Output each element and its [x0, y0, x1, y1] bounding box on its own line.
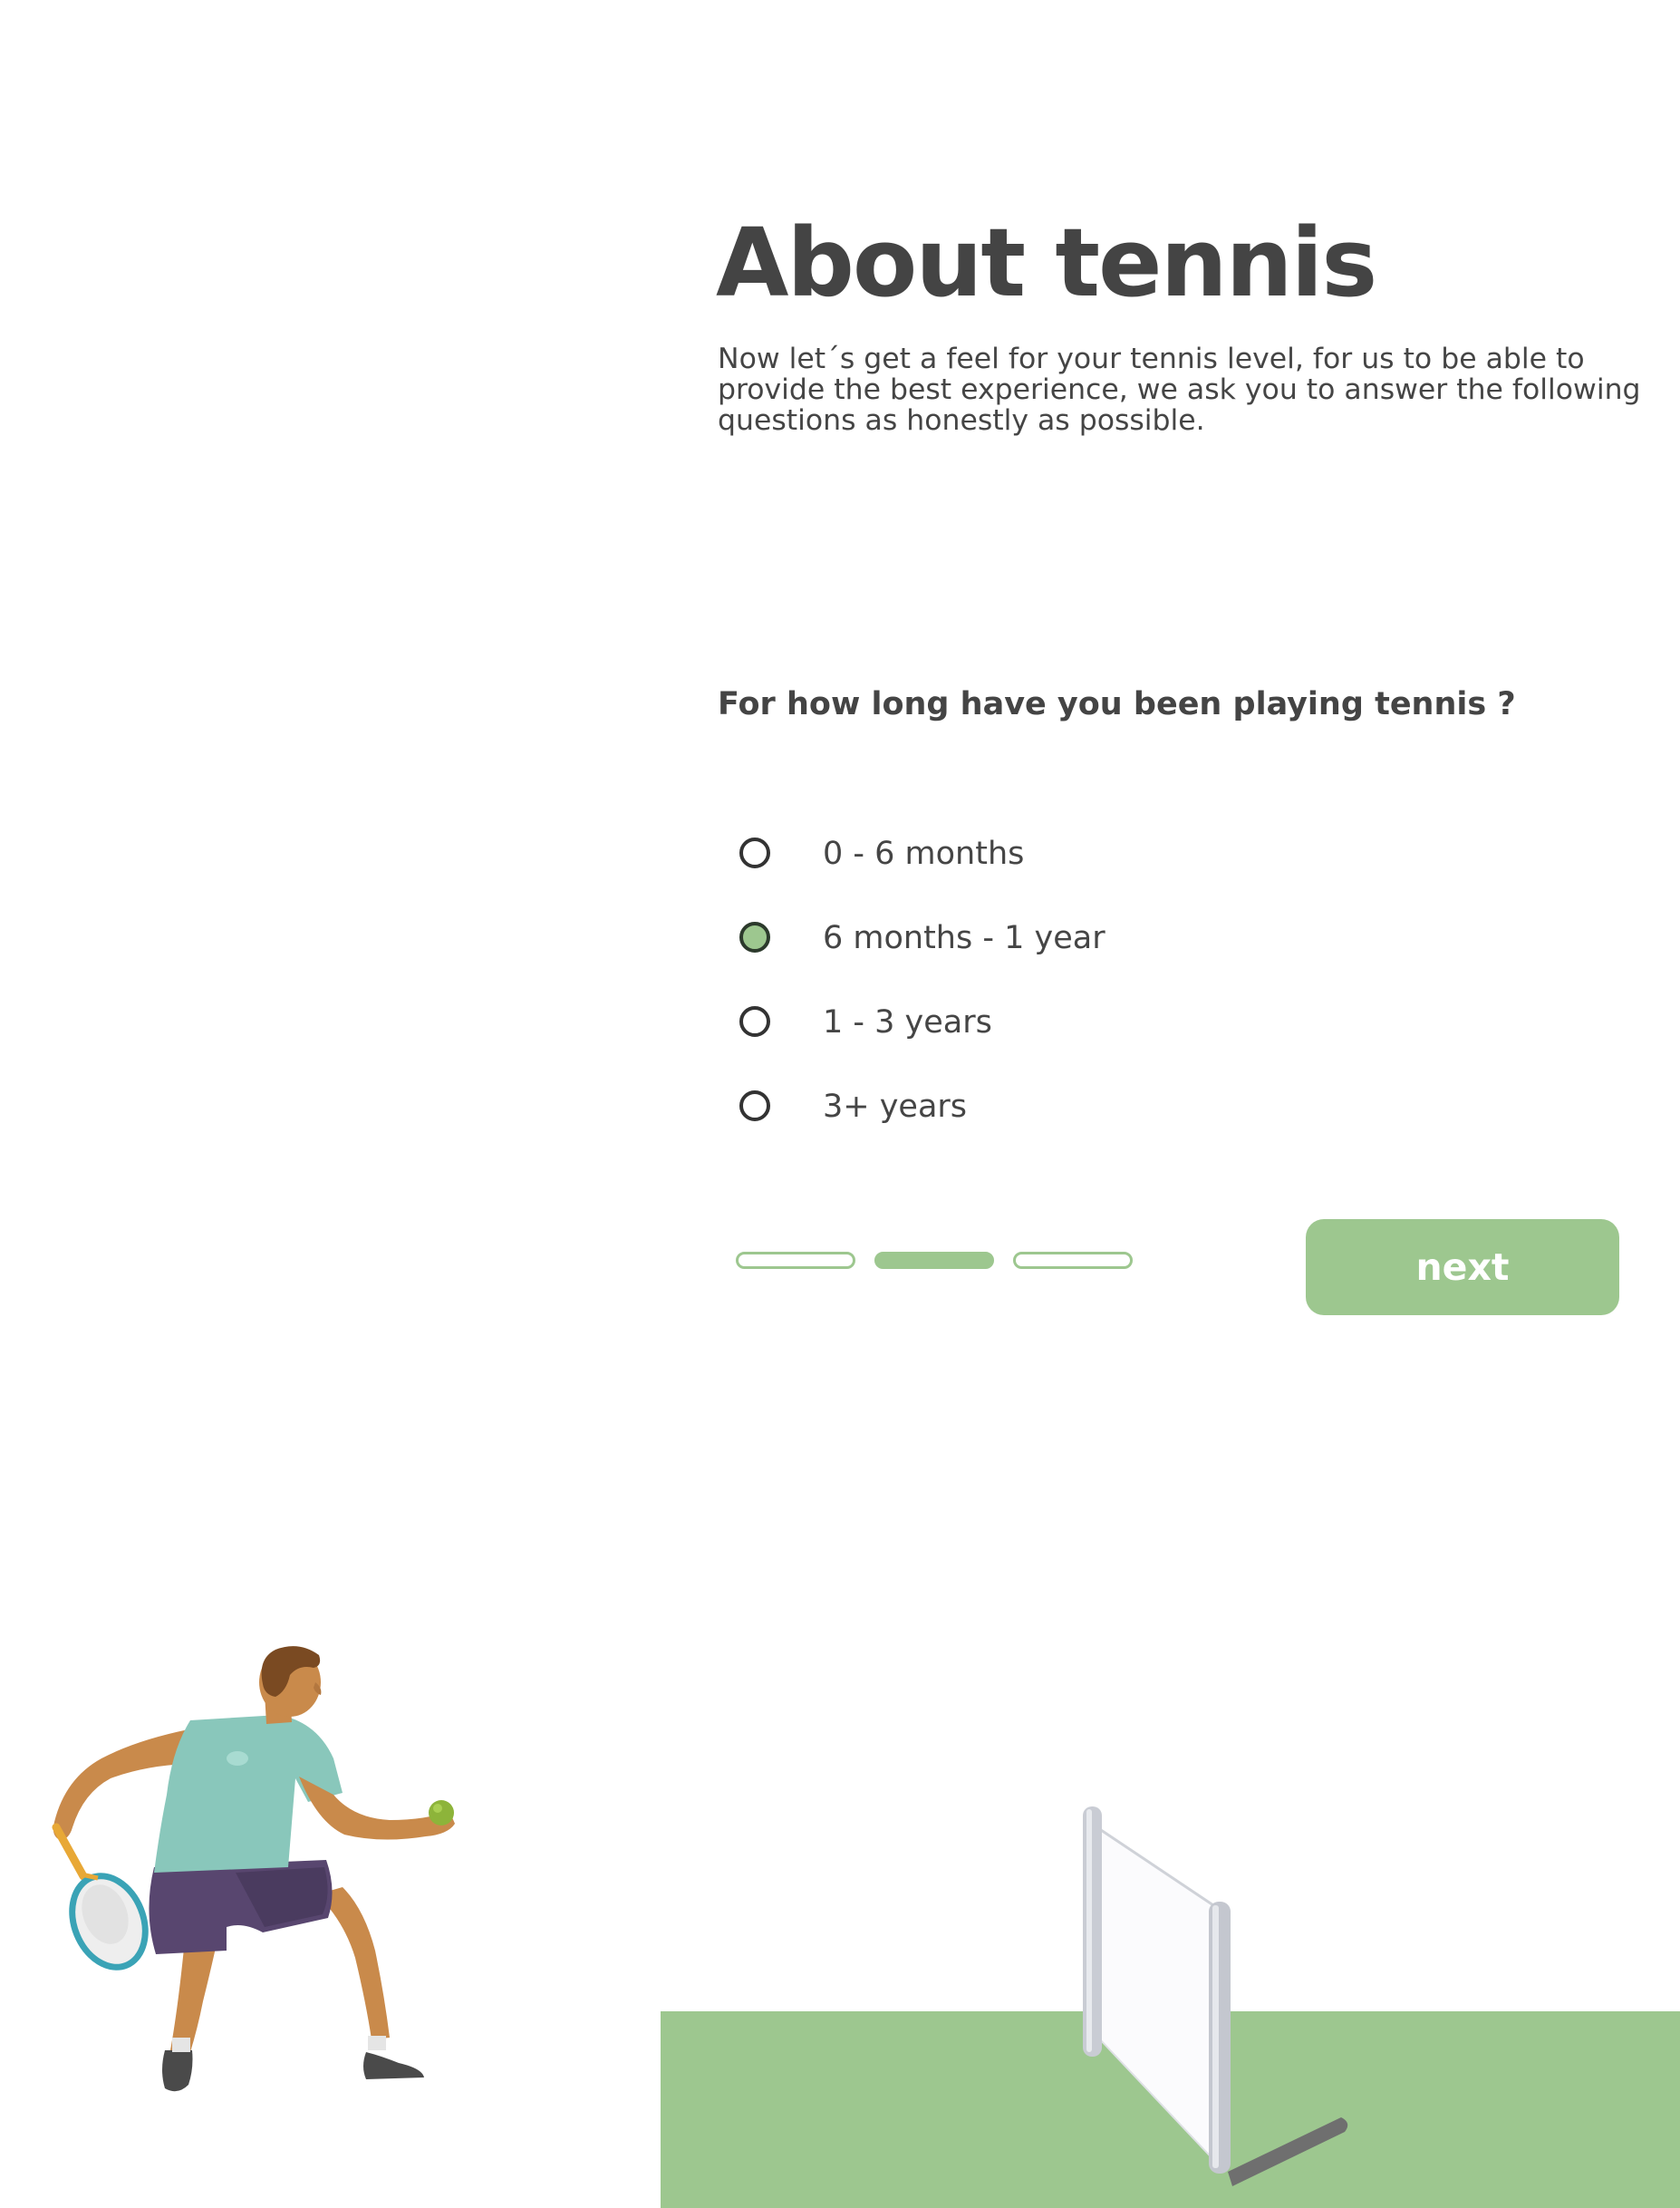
progress-step-2 [874, 1252, 994, 1269]
tennis-court-net-illustration [661, 1806, 1680, 2208]
radio-button[interactable] [739, 922, 770, 953]
option-label: 1 - 3 years [823, 1004, 992, 1041]
radio-button[interactable] [739, 1006, 770, 1037]
progress-step-1 [736, 1252, 855, 1269]
option-label: 0 - 6 months [823, 836, 1025, 872]
tennis-player-illustration [52, 1646, 455, 2092]
option-3-plus-years[interactable]: 3+ years [734, 1069, 1278, 1153]
progress-step-3 [1013, 1252, 1133, 1269]
question-text: For how long have you been playing tenni… [718, 686, 1516, 722]
intro-text: Now let´s get a feel for your tennis lev… [718, 343, 1641, 437]
option-0-6-months[interactable]: 0 - 6 months [734, 816, 1278, 900]
answer-options: 0 - 6 months 6 months - 1 year 1 - 3 yea… [734, 816, 1278, 1153]
option-label: 3+ years [823, 1089, 968, 1125]
radio-button[interactable] [739, 1090, 770, 1121]
option-1-3-years[interactable]: 1 - 3 years [734, 984, 1278, 1069]
page-title: About tennis [716, 208, 1377, 318]
option-label: 6 months - 1 year [823, 920, 1106, 956]
option-6-months-1-year[interactable]: 6 months - 1 year [734, 900, 1278, 984]
next-button[interactable]: next [1306, 1219, 1619, 1315]
radio-button[interactable] [739, 838, 770, 868]
